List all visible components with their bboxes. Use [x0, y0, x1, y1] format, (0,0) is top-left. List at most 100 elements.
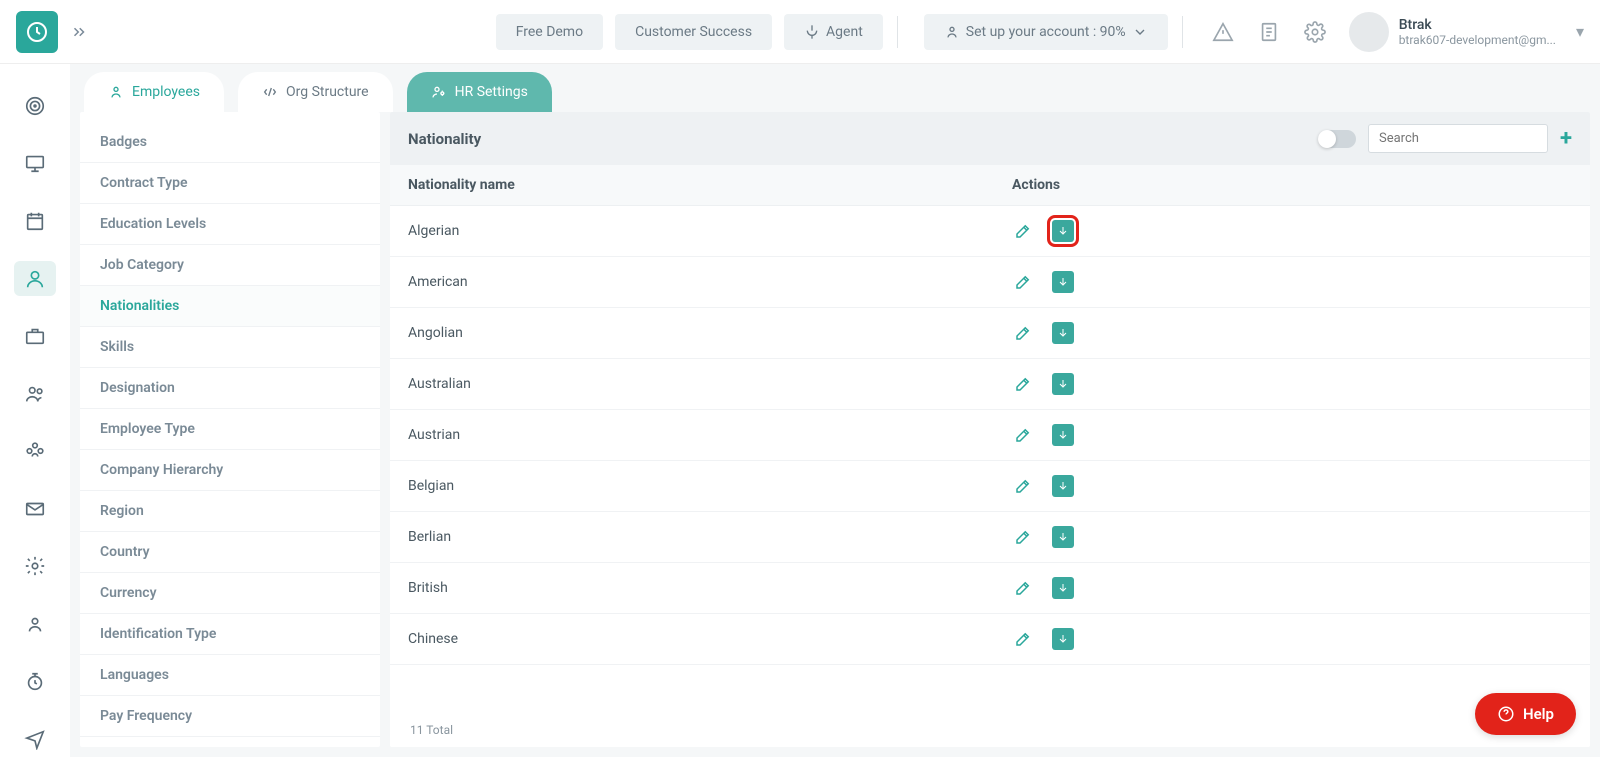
settings-item-employee-type[interactable]: Employee Type — [80, 409, 380, 450]
archive-icon[interactable] — [1052, 424, 1074, 446]
nationality-name: British — [408, 580, 1012, 596]
edit-icon[interactable] — [1012, 220, 1034, 242]
table-body[interactable]: AlgerianAmericanAngolianAustralianAustri… — [390, 206, 1590, 713]
settings-item-languages[interactable]: Languages — [80, 655, 380, 696]
tab-employees[interactable]: Employees — [84, 72, 224, 112]
nav-rail — [0, 64, 70, 757]
rail-person-icon[interactable] — [14, 261, 56, 297]
app-header: Free Demo Customer Success Agent Set up … — [0, 0, 1600, 64]
settings-item-pay-frequency[interactable]: Pay Frequency — [80, 696, 380, 737]
user-name: Btrak — [1399, 17, 1556, 33]
rail-target-icon[interactable] — [14, 88, 56, 124]
nationality-name: American — [408, 274, 1012, 290]
add-button[interactable]: + — [1560, 128, 1572, 150]
rail-users-icon[interactable] — [14, 376, 56, 412]
settings-icon[interactable] — [1295, 12, 1335, 52]
table-header: Nationality name Actions — [390, 165, 1590, 206]
chevron-down-icon — [1132, 24, 1148, 40]
row-actions — [1012, 322, 1572, 344]
help-button[interactable]: Help — [1475, 693, 1576, 735]
nationality-name: Berlian — [408, 529, 1012, 545]
row-actions — [1012, 220, 1572, 242]
archive-icon[interactable] — [1052, 322, 1074, 344]
tab-hr-settings[interactable]: HR Settings — [407, 72, 552, 112]
settings-item-currency[interactable]: Currency — [80, 573, 380, 614]
settings-item-country[interactable]: Country — [80, 532, 380, 573]
rail-mail-icon[interactable] — [14, 491, 56, 527]
tab-label: Org Structure — [286, 84, 369, 100]
edit-icon[interactable] — [1012, 475, 1034, 497]
module-tabs: Employees Org Structure HR Settings — [70, 64, 1600, 112]
edit-icon[interactable] — [1012, 628, 1034, 650]
archive-toggle[interactable] — [1318, 130, 1356, 148]
document-icon[interactable] — [1249, 12, 1289, 52]
edit-icon[interactable] — [1012, 526, 1034, 548]
table-row: Chinese — [390, 614, 1590, 665]
settings-item-contract-type[interactable]: Contract Type — [80, 163, 380, 204]
rail-monitor-icon[interactable] — [14, 146, 56, 182]
nationality-name: Belgian — [408, 478, 1012, 494]
row-actions — [1012, 577, 1572, 599]
settings-item-education-levels[interactable]: Education Levels — [80, 204, 380, 245]
nationality-panel: Nationality + Nationality name Actions A… — [390, 112, 1590, 747]
rail-clock-icon[interactable] — [14, 664, 56, 700]
settings-item-region[interactable]: Region — [80, 491, 380, 532]
col-actions-header: Actions — [1012, 177, 1572, 193]
settings-item-identification-type[interactable]: Identification Type — [80, 614, 380, 655]
archive-icon[interactable] — [1052, 577, 1074, 599]
edit-icon[interactable] — [1012, 322, 1034, 344]
archive-icon[interactable] — [1052, 271, 1074, 293]
archive-icon[interactable] — [1052, 628, 1074, 650]
edit-icon[interactable] — [1012, 424, 1034, 446]
customer-success-button[interactable]: Customer Success — [615, 14, 772, 50]
rail-profile-icon[interactable] — [14, 606, 56, 642]
user-email: btrak607-development@gm... — [1399, 33, 1556, 47]
row-actions — [1012, 373, 1572, 395]
table-row: Australian — [390, 359, 1590, 410]
table-footer: 11 Total — [390, 713, 1590, 747]
archive-icon[interactable] — [1052, 220, 1074, 242]
settings-item-badges[interactable]: Badges — [80, 122, 380, 163]
agent-button[interactable]: Agent — [784, 14, 883, 50]
help-label: Help — [1523, 705, 1554, 723]
row-actions — [1012, 628, 1572, 650]
free-demo-button[interactable]: Free Demo — [496, 14, 603, 50]
setup-account-button[interactable]: Set up your account : 90% — [924, 14, 1168, 50]
rail-briefcase-icon[interactable] — [14, 318, 56, 354]
panel-title: Nationality — [408, 130, 481, 148]
table-row: Algerian — [390, 206, 1590, 257]
archive-icon[interactable] — [1052, 373, 1074, 395]
user-text: Btrak btrak607-development@gm... — [1399, 17, 1556, 47]
rail-location-icon[interactable] — [14, 721, 56, 757]
row-actions — [1012, 526, 1572, 548]
settings-item-nationalities[interactable]: Nationalities — [80, 286, 380, 327]
nationality-name: Angolian — [408, 325, 1012, 341]
table-row: British — [390, 563, 1590, 614]
edit-icon[interactable] — [1012, 271, 1034, 293]
settings-item-skills[interactable]: Skills — [80, 327, 380, 368]
settings-item-company-hierarchy[interactable]: Company Hierarchy — [80, 450, 380, 491]
panel-header: Nationality + — [390, 112, 1590, 165]
expand-sidebar-button[interactable] — [70, 23, 88, 41]
rail-team-icon[interactable] — [14, 433, 56, 469]
table-row: Belgian — [390, 461, 1590, 512]
search-input[interactable] — [1368, 124, 1548, 153]
content-area: Employees Org Structure HR Settings Badg… — [70, 64, 1600, 757]
table-row: Berlian — [390, 512, 1590, 563]
archive-icon[interactable] — [1052, 475, 1074, 497]
alert-icon[interactable] — [1203, 12, 1243, 52]
row-actions — [1012, 424, 1572, 446]
rail-calendar-icon[interactable] — [14, 203, 56, 239]
rail-gear-icon[interactable] — [14, 549, 56, 585]
app-logo[interactable] — [16, 11, 58, 53]
row-actions — [1012, 475, 1572, 497]
edit-icon[interactable] — [1012, 373, 1034, 395]
settings-item-designation[interactable]: Designation — [80, 368, 380, 409]
settings-item-job-category[interactable]: Job Category — [80, 245, 380, 286]
edit-icon[interactable] — [1012, 577, 1034, 599]
user-menu[interactable]: Btrak btrak607-development@gm... ▾ — [1349, 12, 1584, 52]
agent-label: Agent — [826, 24, 863, 40]
archive-icon[interactable] — [1052, 526, 1074, 548]
nationality-name: Australian — [408, 376, 1012, 392]
tab-org-structure[interactable]: Org Structure — [238, 72, 393, 112]
